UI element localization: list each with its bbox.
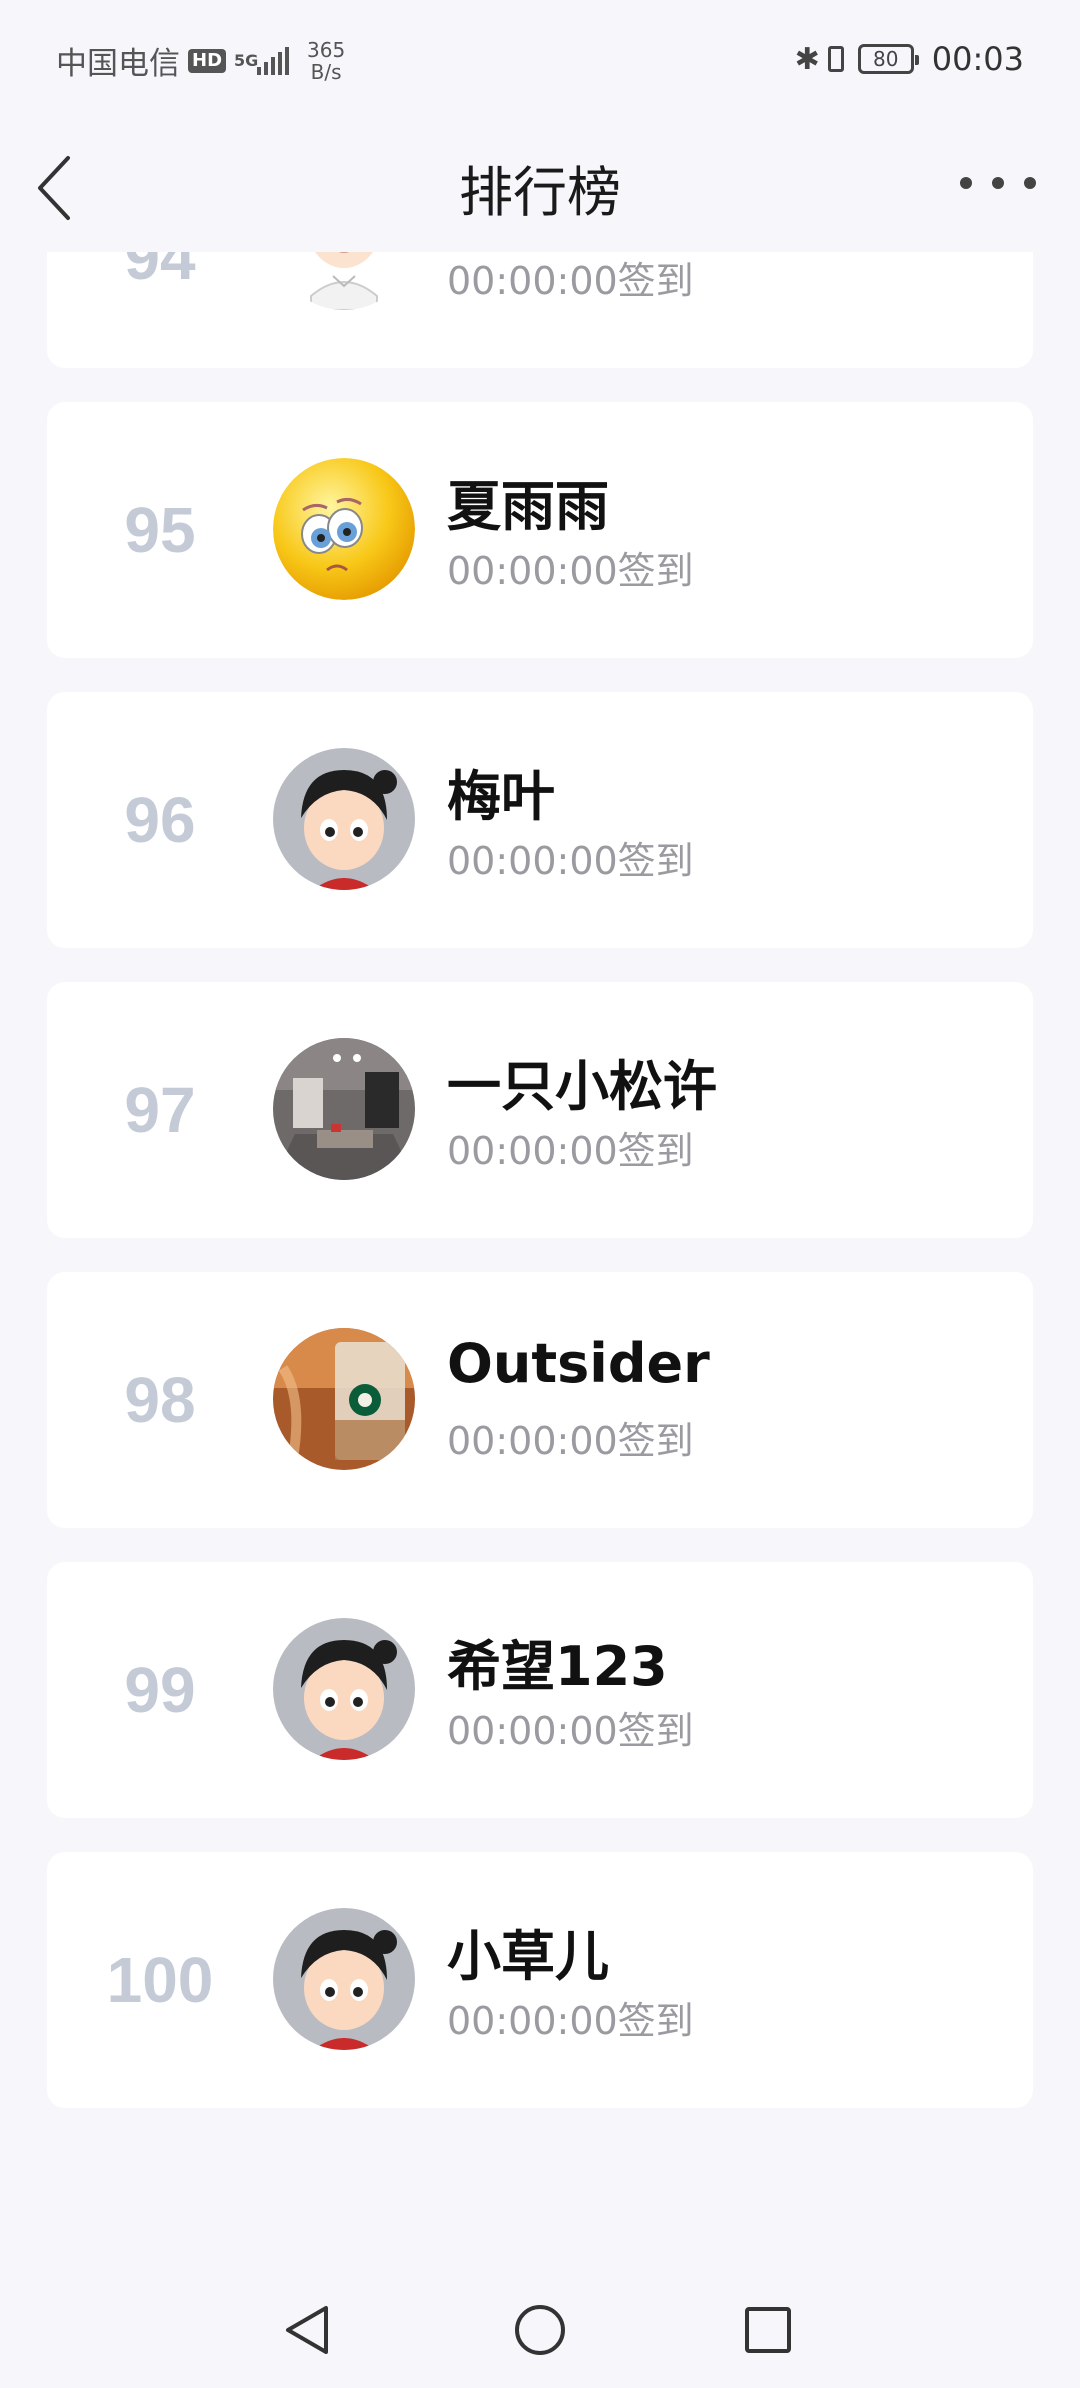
network-type-label: 5G [234,50,259,70]
more-dot-icon [960,177,972,189]
system-recents-button[interactable] [738,2300,798,2360]
room-photo-icon [273,1038,415,1180]
sad-emoji-icon [273,458,415,600]
status-right: ✱ 80 00:03 [795,40,1024,78]
checkin-time: 00:00:00签到 [447,1419,694,1463]
clock: 00:03 [931,40,1024,78]
user-name: 一只小松许 [447,1055,717,1118]
system-nav-bar [0,2272,1080,2388]
rank-number: 98 [124,1364,196,1436]
status-left: 中国电信 HD 5G 365 B/s [56,38,345,83]
checkin-time: 00:00:00签到 [447,1129,694,1173]
more-dot-icon [1024,177,1036,189]
status-bar: 中国电信 HD 5G 365 B/s ✱ 80 00:03 [0,0,1080,118]
ranking-row[interactable]: 94 00:00:00签到 [47,252,1033,368]
hd-badge: HD [188,48,227,73]
rank-number: 96 [124,784,196,856]
cartoon-girl-icon [273,1908,415,2050]
checkin-time: 00:00:00签到 [447,549,694,593]
ranking-list[interactable]: 94 00:00:00签到 95 夏雨雨 00:00:00签到 96 梅叶 00… [0,252,1080,2272]
triangle-back-icon [286,2306,328,2354]
ranking-row[interactable]: 95 夏雨雨 00:00:00签到 [47,402,1033,658]
user-name: Outsider [447,1332,710,1395]
rank-number: 99 [124,1654,196,1726]
square-recents-icon [745,2307,791,2353]
user-name: 夏雨雨 [447,475,609,538]
ranking-row[interactable]: 97 一只小松许 00:00:00签到 [47,982,1033,1238]
cartoon-girl-icon [273,748,415,890]
rank-number: 97 [124,1074,196,1146]
ranking-row[interactable]: 98 Outsider 00:00:00签到 [47,1272,1033,1528]
user-name: 小草儿 [447,1925,609,1988]
nav-bar: 排行榜 [0,118,1080,252]
cartoon-man-icon [273,252,415,310]
rank-number: 95 [124,494,196,566]
bluetooth-icon: ✱ [794,41,820,77]
user-name: 希望123 [447,1635,668,1698]
checkin-time: 00:00:00签到 [447,259,694,303]
carrier-label: 中国电信 [56,46,180,82]
ranking-row[interactable]: 99 希望123 00:00:00签到 [47,1562,1033,1818]
battery-icon: 80 [857,44,919,74]
ranking-row[interactable]: 100 小草儿 00:00:00签到 [47,1852,1033,2108]
system-home-button[interactable] [510,2300,570,2360]
rank-number: 94 [124,252,196,293]
more-dot-icon [992,177,1004,189]
cartoon-girl-icon [273,1618,415,1760]
user-name: 梅叶 [447,765,555,828]
checkin-time: 00:00:00签到 [447,1709,694,1753]
system-back-button[interactable] [278,2300,338,2360]
page-title: 排行榜 [459,161,621,224]
battery-level: 80 [873,47,899,71]
rank-number: 100 [106,1944,214,2016]
checkin-time: 00:00:00签到 [447,1999,694,2043]
checkin-time: 00:00:00签到 [447,839,694,883]
ranking-row[interactable]: 96 梅叶 00:00:00签到 [47,692,1033,948]
more-button[interactable] [960,158,1036,208]
net-speed-value: 365 [307,37,346,62]
coffee-cup-photo-icon [273,1328,415,1470]
vibrate-icon [827,46,844,72]
circle-home-icon [515,2305,565,2355]
net-speed: 365 B/s [307,39,345,83]
net-speed-unit: B/s [310,59,342,84]
signal-icon [254,46,290,75]
